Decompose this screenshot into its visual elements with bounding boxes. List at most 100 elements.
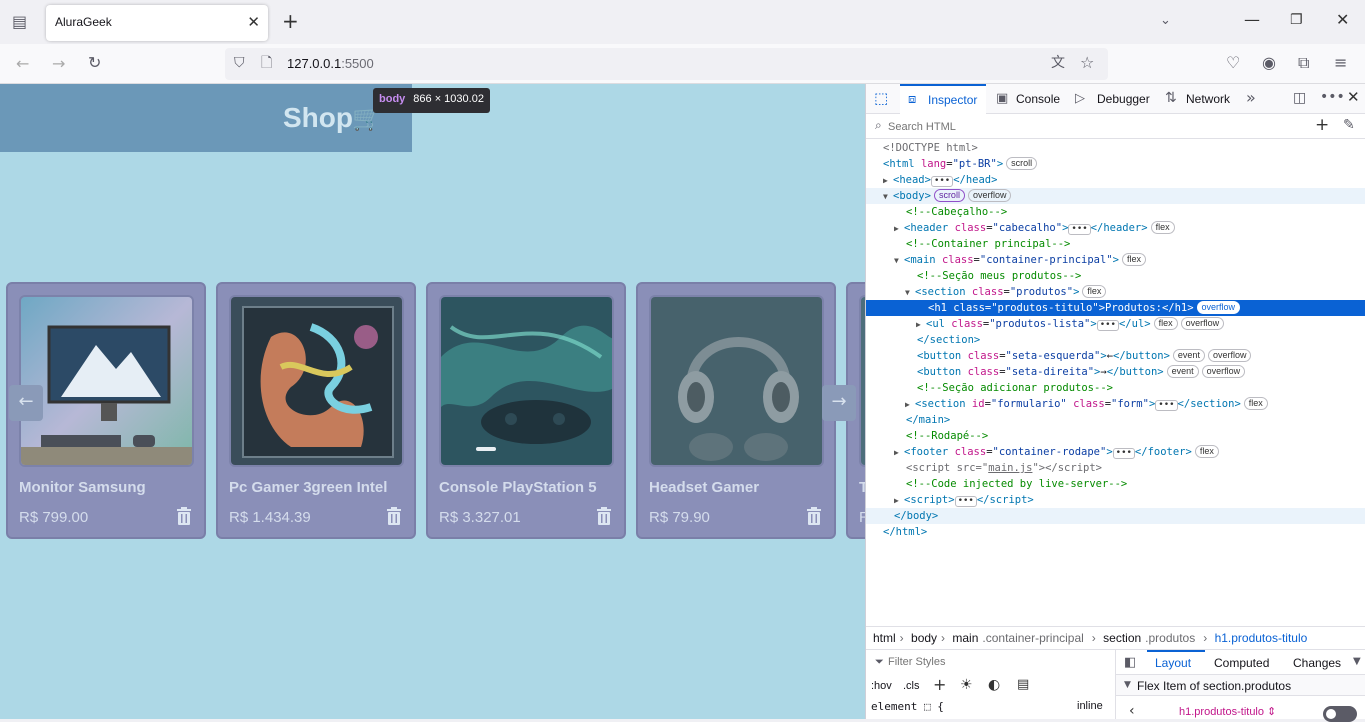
- tree-node[interactable]: <html lang="pt-BR"> scroll: [866, 156, 1365, 172]
- url-bar[interactable]: ⛉ 🗋 127.0.0.1:5500 文 ☆: [225, 48, 1108, 80]
- tab-layout[interactable]: Layout: [1147, 650, 1205, 674]
- tree-node[interactable]: ▶ <section id="formulario" class="form"> •…: [866, 396, 1365, 412]
- tree-node[interactable]: <!--Code injected by live-server-->: [866, 476, 1365, 492]
- new-tab-button[interactable]: +: [282, 11, 299, 31]
- filter-styles-input[interactable]: [888, 654, 1088, 670]
- reload-icon[interactable]: ↻: [88, 55, 101, 71]
- product-image: [19, 295, 194, 467]
- tree-node[interactable]: <!--Cabeçalho-->: [866, 204, 1365, 220]
- tree-node[interactable]: ▼ <body> scroll overflow: [866, 188, 1365, 204]
- breadcrumb-item[interactable]: section .produtos: [1103, 631, 1199, 645]
- tree-node[interactable]: </body>: [866, 508, 1365, 524]
- extensions-icon[interactable]: ⧉: [1298, 55, 1309, 71]
- devtools-panel: ⬚ ⧈ Inspector ▣ Console ▷ Debugger ⇅ Net…: [865, 84, 1365, 722]
- tab-close-icon[interactable]: ✕: [247, 13, 260, 31]
- tree-node[interactable]: <!DOCTYPE html>: [866, 140, 1365, 156]
- tree-node-selected[interactable]: <h1 class="produtos-titulo">Produtos:</h…: [866, 300, 1365, 316]
- tree-node[interactable]: ▼ <section class="produtos"> flex: [866, 284, 1365, 300]
- tree-node[interactable]: <!--Seção adicionar produtos-->: [866, 380, 1365, 396]
- flex-item-header[interactable]: ▼ Flex Item of section.produtos: [1116, 674, 1365, 696]
- scroll-right-button[interactable]: →: [822, 385, 856, 421]
- element-picker-icon[interactable]: ⬚: [874, 91, 888, 106]
- rules-pane: ⏷ :hov .cls + ☀ ◐ ▤ element ⬚ { inline: [866, 649, 1116, 719]
- tab-debugger[interactable]: Debugger: [1097, 92, 1150, 106]
- close-devtools-icon[interactable]: ✕: [1347, 90, 1360, 105]
- tab-console[interactable]: Console: [1016, 92, 1060, 106]
- shield-icon[interactable]: ⛉: [234, 56, 245, 70]
- eyedropper-icon[interactable]: ✎: [1343, 118, 1355, 132]
- product-image: [649, 295, 824, 467]
- trash-icon[interactable]: [806, 507, 822, 525]
- tab-list-icon[interactable]: ▤: [12, 14, 27, 30]
- product-price: R$ 1.434.39: [229, 509, 311, 526]
- chevron-down-icon[interactable]: ▼: [1353, 657, 1361, 667]
- tree-node[interactable]: ▼ <main class="container-principal"> flex: [866, 252, 1365, 268]
- dark-mode-icon[interactable]: ◐: [988, 678, 1000, 692]
- trash-icon[interactable]: [176, 507, 192, 525]
- tree-node[interactable]: </section>: [866, 332, 1365, 348]
- minimize-icon[interactable]: —: [1244, 12, 1260, 28]
- header-bar: Shop 🛒: [0, 84, 412, 152]
- options-icon[interactable]: •••: [1320, 90, 1345, 104]
- account-icon[interactable]: ◉: [1262, 55, 1276, 71]
- pocket-icon[interactable]: ♡: [1226, 55, 1240, 71]
- product-name: Pc Gamer 3green Intel: [229, 479, 388, 496]
- list-all-tabs-icon[interactable]: ⌄: [1160, 14, 1171, 27]
- tree-node[interactable]: <!--Container principal-->: [866, 236, 1365, 252]
- tree-node[interactable]: </main>: [866, 412, 1365, 428]
- dock-icon[interactable]: ◫: [1293, 91, 1306, 105]
- menu-icon[interactable]: ≡: [1334, 55, 1347, 71]
- toggle-sidebar-icon[interactable]: ◧: [1124, 656, 1136, 669]
- breadcrumb-item[interactable]: main .container-principal: [952, 631, 1087, 645]
- back-arrow-icon[interactable]: ‹: [1129, 704, 1135, 718]
- cls-toggle[interactable]: .cls: [903, 680, 920, 692]
- print-media-icon[interactable]: ▤: [1017, 678, 1029, 691]
- tree-node[interactable]: ▶ <footer class="container-rodape"> ••• </f…: [866, 444, 1365, 460]
- tab-network[interactable]: Network: [1186, 92, 1230, 106]
- scroll-left-button[interactable]: ←: [9, 385, 43, 421]
- collapse-triangle-icon: ▼: [1124, 680, 1131, 690]
- search-html-input[interactable]: [888, 118, 1288, 135]
- tab-changes[interactable]: Changes: [1293, 656, 1341, 670]
- product-name: Headset Gamer: [649, 479, 760, 496]
- back-icon[interactable]: ←: [16, 56, 29, 72]
- forward-icon[interactable]: →: [52, 56, 65, 72]
- tree-node[interactable]: <!--Rodapé-->: [866, 428, 1365, 444]
- trash-icon[interactable]: [386, 507, 402, 525]
- url-text[interactable]: 127.0.0.1:5500: [287, 56, 374, 71]
- tree-node[interactable]: ▶ <head> ••• </head>: [866, 172, 1365, 188]
- breadcrumb-item[interactable]: body: [911, 631, 937, 645]
- tab-inspector[interactable]: ⧈ Inspector: [900, 84, 986, 114]
- product-name: Console PlayStation 5: [439, 479, 597, 496]
- tree-node[interactable]: <button class="seta-esquerda">←</button>…: [866, 348, 1365, 364]
- highlight-toggle[interactable]: [1323, 706, 1357, 722]
- restore-icon[interactable]: ❐: [1290, 13, 1303, 27]
- tab-title: AluraGeek: [55, 15, 112, 29]
- browser-tab[interactable]: AluraGeek ✕: [46, 5, 268, 41]
- light-mode-icon[interactable]: ☀: [960, 678, 973, 692]
- translate-icon[interactable]: 文: [1051, 56, 1065, 70]
- tree-node[interactable]: ▶ <script> ••• </script>: [866, 492, 1365, 508]
- hov-toggle[interactable]: :hov: [871, 680, 892, 692]
- inline-label: inline: [1077, 700, 1103, 712]
- tree-node[interactable]: <!--Seção meus produtos-->: [866, 268, 1365, 284]
- product-image: [439, 295, 614, 467]
- more-tabs-icon[interactable]: »: [1246, 90, 1256, 106]
- close-window-icon[interactable]: ✕: [1336, 12, 1349, 28]
- tree-node[interactable]: <script src="main.js"></script>: [866, 460, 1365, 476]
- product-price: R$ 79.90: [649, 509, 710, 526]
- element-rule-selector: element ⬚ {: [871, 700, 944, 713]
- flex-item-selector[interactable]: h1.produtos-titulo ⇕: [1179, 705, 1276, 718]
- breadcrumb-item-current[interactable]: h1.produtos-titulo: [1215, 631, 1308, 645]
- element-highlight-tooltip: body 866 × 1030.02: [373, 88, 490, 113]
- tab-computed[interactable]: Computed: [1214, 656, 1269, 670]
- breadcrumb-item[interactable]: html: [873, 631, 896, 645]
- tree-node[interactable]: <button class="seta-direita">→</button> e…: [866, 364, 1365, 380]
- tree-node[interactable]: ▶ <header class="cabecalho"> ••• </header> f…: [866, 220, 1365, 236]
- trash-icon[interactable]: [596, 507, 612, 525]
- bookmark-star-icon[interactable]: ☆: [1080, 55, 1094, 71]
- add-rule-icon[interactable]: +: [933, 677, 946, 693]
- tree-node[interactable]: ▶ <ul class="produtos-lista"> ••• </ul> flex…: [866, 316, 1365, 332]
- add-node-icon[interactable]: +: [1315, 117, 1329, 134]
- tree-node[interactable]: </html>: [866, 524, 1365, 540]
